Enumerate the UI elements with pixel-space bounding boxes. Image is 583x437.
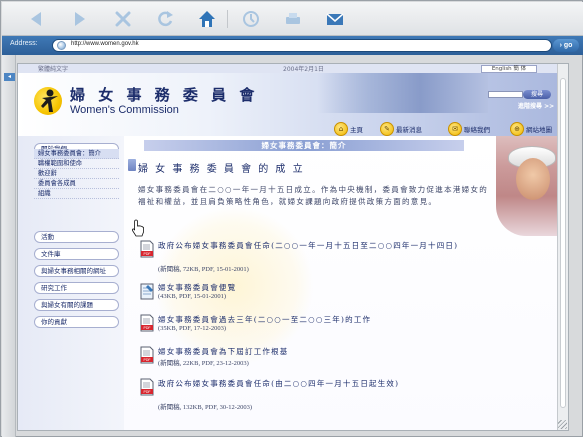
pdf-icon: PDF xyxy=(140,314,154,332)
sidebar-item-contribution[interactable]: 你的貢獻 xyxy=(34,316,119,328)
home-icon: ⌂ xyxy=(334,122,348,136)
document-item[interactable]: PDF 政府公布婦女事務委員會任命(由二○○四年一月十五日起生效) (新聞稿, … xyxy=(140,378,500,416)
address-url[interactable]: http://www.women.gov.hk xyxy=(71,41,139,47)
main-content: 婦女事務委員會：簡介 婦 女 事 務 委 員 會 的 成 立 婦女事務委員會在二… xyxy=(124,136,558,430)
nav-home[interactable]: ⌂ 主頁 xyxy=(334,122,363,136)
browser-window: Address: http://www.women.gov.hk › go ◂ … xyxy=(0,0,583,437)
document-meta: (43KB, PDF, 15-01-2001) xyxy=(158,293,227,300)
logo-title-en[interactable]: Women's Commission xyxy=(70,104,179,116)
svg-text:PDF: PDF xyxy=(144,390,151,394)
svg-text:PDF: PDF xyxy=(144,252,151,256)
language-switch[interactable]: English 簡 体 xyxy=(481,65,537,73)
address-input[interactable]: http://www.women.gov.hk xyxy=(52,39,552,52)
header-date: 2004年2月1日 xyxy=(283,66,324,73)
sidebar-submenu: 婦女事務委員會：簡介 職權範圍和使命 歡迎辭 委員會各成員 組織 xyxy=(34,149,119,199)
toolbar-separator xyxy=(227,10,228,28)
document-meta: (新聞稿, 132KB, PDF, 30-12-2003) xyxy=(158,404,253,411)
home-icon[interactable] xyxy=(196,8,218,30)
logo-figure-icon xyxy=(41,89,58,112)
refresh-icon[interactable] xyxy=(154,8,176,30)
search-button[interactable]: 搜尋 xyxy=(523,90,551,99)
document-title[interactable]: 婦女事務委員會過去三年(二○○一至二○○三年)的工作 xyxy=(158,314,496,325)
document-title[interactable]: 政府公布婦女事務委員會任命(二○○一年一月十五日至二○○四年一月十四日) xyxy=(158,240,496,251)
scrollbar-thumb[interactable] xyxy=(560,78,566,408)
page-viewport: 繁體純文字 2004年2月1日 English 簡 体 婦 女 事 務 委 員 … xyxy=(17,63,569,431)
site-header: 繁體純文字 2004年2月1日 English 簡 体 婦 女 事 務 委 員 … xyxy=(18,64,558,136)
history-icon[interactable] xyxy=(240,8,262,30)
advanced-search-link[interactable]: 進階搜尋 >> xyxy=(518,101,554,110)
nav-news-label: 最新消息 xyxy=(396,126,422,134)
document-item[interactable]: PDF 政府公布婦女事務委員會任命(二○○一年一月十五日至二○○四年一月十四日)… xyxy=(140,240,500,278)
section-bullet-icon xyxy=(128,159,136,171)
side-panel-strip: ◂ xyxy=(2,55,16,437)
sidebar-item-issues[interactable]: 與婦女有關的課題 xyxy=(34,299,119,311)
news-icon: ✎ xyxy=(380,122,394,136)
sidebar-item-research[interactable]: 研究工作 xyxy=(34,282,119,294)
submenu-item-intro[interactable]: 婦女事務委員會：簡介 xyxy=(34,149,119,159)
stop-icon[interactable] xyxy=(112,8,134,30)
document-title[interactable]: 政府公布婦女事務委員會任命(由二○○四年一月十五日起生效) xyxy=(158,378,496,389)
section-title: 婦 女 事 務 委 員 會 的 成 立 xyxy=(138,164,305,175)
svg-text:PDF: PDF xyxy=(144,326,151,330)
document-title[interactable]: 婦女事務委員會為下屆訂工作根基 xyxy=(158,346,496,357)
sidebar-item-links[interactable]: 與婦女事務相關的網址 xyxy=(34,265,119,277)
address-label: Address: xyxy=(10,40,38,47)
sitemap-icon: ⊕ xyxy=(510,122,524,136)
go-arrow-icon: › xyxy=(559,42,562,49)
submenu-item-members[interactable]: 委員會各成員 xyxy=(34,179,119,189)
document-item[interactable]: 婦女事務委員會便覽 (43KB, PDF, 15-01-2001) xyxy=(140,282,500,308)
sidebar-item-activities[interactable]: 活動 xyxy=(34,231,119,243)
notepad-icon xyxy=(140,283,154,300)
pdf-icon: PDF xyxy=(140,346,154,364)
back-icon[interactable] xyxy=(26,8,48,30)
globe-icon xyxy=(57,41,66,50)
vertical-scrollbar[interactable] xyxy=(557,64,568,430)
nav-news[interactable]: ✎ 最新消息 xyxy=(380,122,422,136)
document-meta: (新聞稿, 22KB, PDF, 23-12-2003) xyxy=(158,360,249,367)
resize-grip-icon[interactable] xyxy=(558,420,567,429)
go-label: go xyxy=(563,42,573,49)
address-bar: Address: http://www.women.gov.hk › go xyxy=(2,36,583,55)
submenu-item-mission[interactable]: 職權範圍和使命 xyxy=(34,159,119,169)
contact-icon: ✉ xyxy=(448,122,462,136)
forward-icon[interactable] xyxy=(68,8,90,30)
document-title[interactable]: 婦女事務委員會便覽 xyxy=(158,282,496,293)
sidebar-item-library[interactable]: 文件庫 xyxy=(34,248,119,260)
document-meta: (35KB, PDF, 17-12-2003) xyxy=(158,325,227,332)
nav-contact-label: 聯絡我們 xyxy=(464,126,490,134)
document-meta: (新聞稿, 72KB, PDF, 15-01-2001) xyxy=(158,266,249,273)
document-item[interactable]: PDF 婦女事務委員會過去三年(二○○一至二○○三年)的工作 (35KB, PD… xyxy=(140,314,500,340)
document-item[interactable]: PDF 婦女事務委員會為下屆訂工作根基 (新聞稿, 22KB, PDF, 23-… xyxy=(140,346,500,372)
intro-paragraph: 婦女事務委員會在二○○一年一月十五日成立。作為中央機制，委員會致力促進本港婦女的… xyxy=(138,185,489,206)
text-only-link[interactable]: 繁體純文字 xyxy=(38,64,68,73)
print-icon[interactable] xyxy=(282,8,304,30)
portrait-face xyxy=(516,158,550,200)
svg-text:PDF: PDF xyxy=(144,358,151,362)
nav-sitemap-label: 網站地圖 xyxy=(526,126,552,134)
go-button[interactable]: › go xyxy=(553,39,579,52)
mail-icon[interactable] xyxy=(324,8,346,30)
pdf-icon: PDF xyxy=(140,378,154,396)
submenu-item-organization[interactable]: 組織 xyxy=(34,189,119,199)
header-photo-strip xyxy=(318,73,488,113)
browser-toolbar xyxy=(2,2,583,36)
pdf-icon: PDF xyxy=(140,240,154,258)
logo-title-zh[interactable]: 婦 女 事 務 委 員 會 xyxy=(70,84,258,105)
nav-contact[interactable]: ✉ 聯絡我們 xyxy=(448,122,490,136)
submenu-item-welcome[interactable]: 歡迎辭 xyxy=(34,169,119,179)
nav-sitemap[interactable]: ⊕ 網站地圖 xyxy=(510,122,552,136)
page-title: 婦女事務委員會：簡介 xyxy=(144,140,464,151)
nav-home-label: 主頁 xyxy=(350,126,363,134)
panel-toggle-icon[interactable]: ◂ xyxy=(4,73,15,81)
search-input[interactable] xyxy=(488,91,523,98)
hand-cursor-icon xyxy=(131,219,144,237)
